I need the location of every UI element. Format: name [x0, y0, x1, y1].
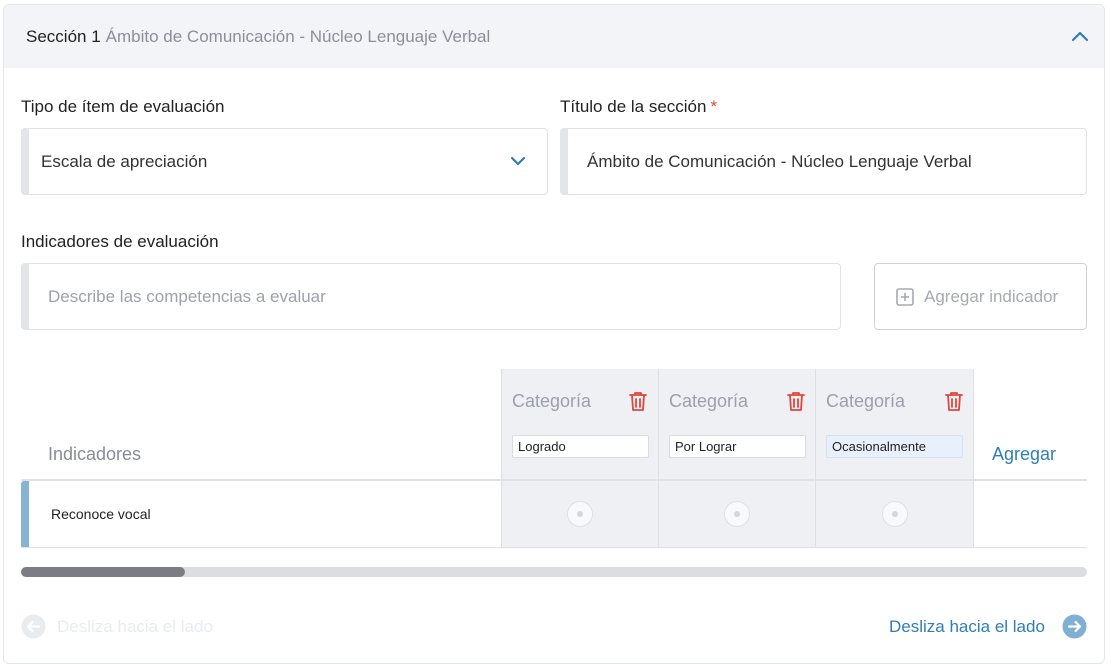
- indicators-column-header: Indicadores: [48, 444, 142, 464]
- rating-cell: [501, 481, 658, 547]
- rating-radio[interactable]: [724, 501, 750, 527]
- add-category-link[interactable]: Agregar: [992, 444, 1056, 465]
- section-title-label-text: Título de la sección: [560, 97, 707, 116]
- indicators-label: Indicadores de evaluación: [21, 232, 219, 251]
- chevron-up-icon[interactable]: [1070, 27, 1090, 47]
- indicator-input[interactable]: Describe las competencias a evaluar: [21, 263, 841, 330]
- category-name-input[interactable]: [512, 435, 649, 458]
- column-divider: [973, 369, 974, 548]
- trash-icon[interactable]: [628, 391, 648, 412]
- chevron-down-icon: [510, 156, 526, 166]
- item-type-value: Escala de apreciación: [41, 152, 208, 171]
- trash-icon[interactable]: [944, 391, 964, 412]
- item-type-label: Tipo de ítem de evaluación: [21, 97, 225, 116]
- category-label: Categoría: [669, 391, 749, 411]
- rating-cell: [815, 481, 973, 547]
- section-header-title: Ámbito de Comunicación - Núcleo Lenguaje…: [105, 27, 491, 46]
- plus-square-icon: [896, 288, 914, 306]
- required-mark: *: [710, 97, 718, 116]
- section-title-label: Título de la sección *: [560, 97, 717, 117]
- add-indicator-label: Agregar indicador: [924, 287, 1059, 306]
- indicator-row-label: Reconoce vocal: [51, 506, 151, 522]
- category-column-1: Categoría: [501, 369, 658, 479]
- trash-icon[interactable]: [786, 391, 806, 412]
- section-number: Sección 1: [26, 27, 101, 46]
- rating-radio[interactable]: [567, 501, 593, 527]
- rating-radio[interactable]: [882, 501, 908, 527]
- category-name-input[interactable]: [669, 435, 806, 458]
- scroll-left-label: Desliza hacia el lado: [57, 617, 213, 636]
- add-indicator-button[interactable]: Agregar indicador: [874, 263, 1087, 330]
- row-divider: [21, 547, 1087, 548]
- arrow-right-circle-icon: [1062, 614, 1087, 639]
- indicator-placeholder: Describe las competencias a evaluar: [48, 287, 326, 306]
- section-title-value: Ámbito de Comunicación - Núcleo Lenguaje…: [587, 152, 972, 171]
- category-label: Categoría: [826, 391, 906, 411]
- item-type-select[interactable]: Escala de apreciación: [21, 128, 548, 195]
- scroll-right-label: Desliza hacia el lado: [889, 617, 1045, 636]
- category-column-3: Categoría: [815, 369, 973, 479]
- section-header[interactable]: Sección 1 Ámbito de Comunicación - Núcleo…: [4, 5, 1104, 68]
- rating-cell: [658, 481, 816, 547]
- arrow-left-circle-icon: [21, 614, 46, 639]
- row-accent-bar: [21, 481, 29, 548]
- scrollbar-thumb[interactable]: [21, 567, 185, 577]
- section-heading: Sección 1 Ámbito de Comunicación - Núcleo…: [26, 27, 490, 47]
- section-title-input[interactable]: Ámbito de Comunicación - Núcleo Lenguaje…: [560, 128, 1087, 195]
- category-label: Categoría: [512, 391, 592, 411]
- category-column-2: Categoría: [658, 369, 816, 479]
- category-name-input[interactable]: [826, 435, 963, 458]
